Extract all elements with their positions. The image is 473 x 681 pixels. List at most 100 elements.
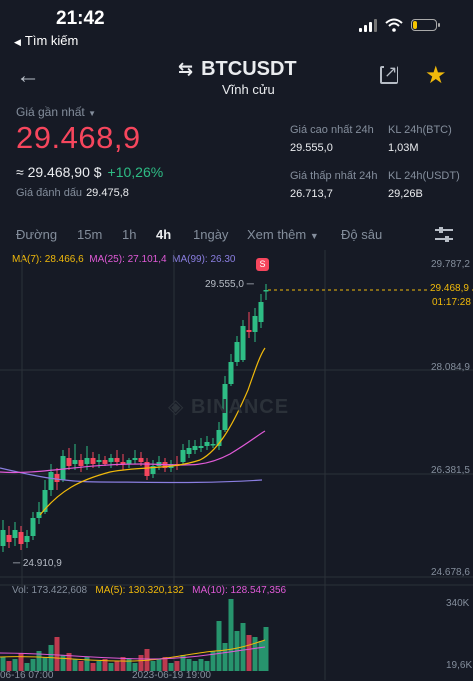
candle-body	[138, 458, 144, 462]
candle-body	[60, 456, 66, 480]
last-price-label[interactable]: Giá gần nhất ▼	[16, 105, 96, 119]
back-arrow-icon[interactable]: ←	[16, 62, 40, 90]
candle-countdown: 01:17:28	[432, 297, 471, 308]
signal-badge[interactable]: S	[256, 258, 269, 271]
candle-body	[240, 326, 246, 360]
price-tick-3: 26.381,5	[431, 465, 470, 476]
volume-bar	[90, 663, 96, 671]
volume-bar	[216, 621, 222, 671]
candle-body	[252, 316, 258, 332]
binance-watermark: ◈ BINANCE	[168, 396, 290, 418]
candle-body	[258, 302, 264, 322]
candle-body	[210, 444, 216, 446]
tab-4h[interactable]: 4h	[156, 227, 171, 242]
volume-bar	[108, 663, 114, 671]
tab-depth[interactable]: Độ sâu	[341, 227, 382, 242]
vol-usdt-label: KL 24h(USDT)	[388, 170, 460, 182]
price-tick-2: 28.084,9	[431, 362, 470, 373]
volume-bar	[54, 637, 60, 671]
pair-selector[interactable]: ⇆ BTCUSDT	[178, 58, 297, 81]
interval-tabs: Đường 15m 1h 4h 1ngày Xem thêm ▼ Độ sâu	[0, 222, 473, 250]
candle-body	[246, 330, 252, 332]
mark-price-label: Giá đánh dấu	[16, 187, 83, 199]
candle-body	[12, 530, 18, 538]
tab-1h[interactable]: 1h	[122, 227, 136, 242]
favorite-star-icon[interactable]: ★	[425, 61, 447, 90]
usd-value-row: ≈ 29.468,90 $ +10,26%	[16, 164, 163, 180]
high-marker: 29.555,0 ─	[205, 279, 254, 290]
candle-body	[18, 532, 24, 544]
volume-bar	[120, 657, 126, 671]
volume-bar	[263, 627, 269, 671]
cellular-signal-icon	[359, 18, 377, 32]
price-tick-1: 29.787,2	[431, 259, 470, 270]
candle-body	[228, 362, 234, 384]
candle-body	[66, 458, 72, 466]
chart-settings-icon[interactable]	[434, 226, 454, 244]
candle-body	[186, 448, 192, 454]
volume-bar	[222, 643, 228, 671]
time-label-1: 06-16 07:00	[0, 670, 54, 681]
volume-bar	[60, 655, 66, 671]
back-triangle-icon: ◀	[14, 37, 21, 47]
last-price: 29.468,9	[16, 120, 141, 155]
volume-bar	[18, 653, 24, 671]
volume-bar	[252, 637, 258, 671]
candle-body	[48, 472, 54, 490]
vol-btc-value: 1,03M	[388, 142, 419, 154]
current-price-tag: 29.468,9	[428, 283, 471, 294]
volume-bar	[78, 661, 84, 671]
tab-15m[interactable]: 15m	[77, 227, 102, 242]
back-search-label: Tìm kiếm	[24, 33, 79, 48]
low-24h-label: Giá thấp nhất 24h	[290, 170, 378, 182]
volume-bars	[0, 599, 269, 671]
status-icons	[359, 18, 440, 32]
volume-bar	[228, 599, 234, 671]
binance-logo-icon: ◈	[168, 396, 185, 418]
volume-bar	[246, 635, 252, 671]
candle-body	[0, 530, 6, 546]
candle-body	[114, 458, 120, 462]
candle-body	[180, 450, 186, 462]
vol-btc-label: KL 24h(BTC)	[388, 124, 452, 136]
candle-body	[234, 342, 240, 362]
candle-body	[102, 460, 108, 464]
dropdown-icon: ▼	[88, 109, 96, 118]
vol-usdt-value: 29,26B	[388, 188, 423, 200]
volume-axis-bottom: 19,6K	[446, 660, 473, 671]
pair-title: BTCUSDT	[201, 58, 297, 80]
candle-body	[54, 474, 60, 482]
candle-body	[24, 536, 30, 542]
volume-bar	[114, 661, 120, 671]
candle-body	[96, 460, 102, 462]
low-marker: ─ 24.910,9	[13, 558, 62, 569]
candle-body	[84, 458, 90, 464]
candle-body	[30, 518, 36, 536]
candle-body	[90, 458, 96, 464]
share-icon[interactable]	[380, 62, 398, 84]
price-change: +10,26%	[107, 164, 164, 180]
volume-axis-top: 340K	[446, 598, 470, 609]
back-to-search-link[interactable]: ◀ Tìm kiếm	[14, 33, 78, 48]
volume-bar	[258, 641, 264, 671]
volume-chart	[0, 599, 269, 671]
volume-bar	[96, 661, 102, 671]
mark-price-row: Giá đánh dấu 29.475,8	[16, 187, 129, 199]
volume-bar	[0, 657, 6, 671]
battery-icon	[411, 19, 440, 31]
more-dropdown-icon: ▼	[309, 231, 319, 241]
tab-1day[interactable]: 1ngày	[193, 227, 228, 242]
candle-body	[192, 446, 198, 450]
tab-more[interactable]: Xem thêm ▼	[247, 227, 319, 242]
volume-bar	[84, 657, 90, 671]
candle-body	[108, 458, 114, 462]
candle-body	[6, 535, 12, 542]
low-24h-value: 26.713,7	[290, 188, 333, 200]
price-tick-4: 24.678,6	[431, 567, 470, 578]
time-label-2: 2023-06-19 19:00	[132, 670, 211, 681]
high-24h-label: Giá cao nhất 24h	[290, 124, 374, 136]
status-time: 21:42	[56, 8, 105, 29]
tab-line[interactable]: Đường	[16, 227, 57, 242]
volume-bar	[42, 657, 48, 671]
candle-body	[263, 290, 269, 292]
